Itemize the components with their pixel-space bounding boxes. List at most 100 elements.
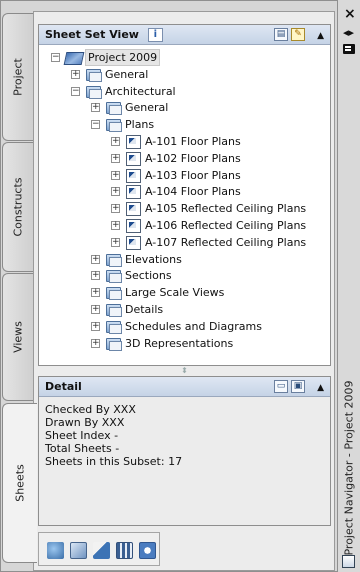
tree-node[interactable]: + Sections [39,267,330,284]
tree-expander-icon[interactable]: + [91,338,100,348]
folder-icon [105,269,122,284]
tree-node[interactable]: + Schedules and Diagrams [39,318,330,335]
tree-node-label: A-103 Floor Plans [145,168,241,182]
sheet-icon [125,135,141,149]
tree-expander-icon[interactable]: + [91,321,100,331]
tree-node-label: Large Scale Views [125,286,225,300]
tab-sheets-label: Sheets [13,464,27,502]
tab-views[interactable]: Views [2,273,33,401]
detail-body: Checked By XXX Drawn By XXX Sheet Index … [39,397,330,474]
splitter-handle[interactable]: ⬍ [38,366,331,376]
tree-expander-icon[interactable]: − [71,86,80,96]
tree-node-label: Schedules and Diagrams [125,319,262,333]
tab-project[interactable]: Project [2,13,33,141]
detail-line: Checked By XXX [45,403,136,416]
dock-icon[interactable]: ◂▸ [343,26,354,39]
detail-line: Sheets in this Subset: 17 [45,455,183,468]
collapse-up-icon[interactable]: ▲ [317,27,324,46]
folder-icon [105,118,122,133]
tree-node[interactable]: +3D Representations [39,335,330,352]
publish-icon[interactable] [47,542,64,559]
tree-node[interactable]: − Plans [39,116,330,133]
sheet-icon [125,219,141,233]
detail-view-icon[interactable]: ▭ [274,380,288,393]
tree-expander-icon[interactable]: + [111,187,120,197]
sheet-icon [125,151,141,166]
title-strip: × ◂▸ Project Navigator - Project 2009 [338,0,360,572]
folder-icon [105,337,122,351]
table-icon[interactable] [116,542,133,559]
detail-collapse-icon[interactable]: ▲ [317,379,324,398]
tree-node[interactable]: + A-106 Reflected Ceiling Plans [39,217,330,234]
sheet-set-view-header: Sheet Set View i ▤ ✎ ▲ [39,25,330,45]
tree-node[interactable]: + General [39,66,330,83]
close-icon[interactable]: × [344,6,356,22]
tree-node[interactable]: − Architectural [39,83,330,100]
tree-expander-icon[interactable]: − [91,120,100,130]
tree-node-label: General [125,101,169,115]
tree-node[interactable]: + A-104 Floor Plans [39,183,330,200]
tree-expander-icon[interactable]: + [111,221,120,230]
tree-node[interactable]: + A-103 Floor Plans [39,167,330,184]
tree-expander-icon[interactable]: + [111,204,120,214]
tree-expander-icon[interactable]: − [51,53,60,62]
detail-line: Sheet Index - [45,429,119,442]
tab-sheets[interactable]: Sheets [2,403,37,563]
sheets-content: Sheet Set View i ▤ ✎ ▲ − Project 2009 + Gen… [33,11,335,571]
tree-expander-icon[interactable]: + [111,237,120,247]
palette-title: Project Navigator - Project 2009 [342,380,356,556]
tree-node-label: A-107 Reflected Ceiling Plans [145,235,307,249]
folder-icon [105,303,122,317]
tree-node[interactable]: + A-107 Reflected Ceiling Plans [39,234,330,251]
sheet-set-menu-icon[interactable]: ▤ [274,28,288,41]
tree-node[interactable]: + General [39,99,330,116]
info-icon[interactable]: i [147,28,163,42]
tree-expander-icon[interactable]: + [91,305,100,314]
tab-project-label: Project [11,58,25,96]
tree-expander-icon[interactable]: + [111,170,120,180]
tree-expander-icon[interactable]: + [91,288,100,298]
tree-expander-icon[interactable]: + [111,137,120,146]
tree-expander-icon[interactable]: + [91,103,100,113]
tree-node-label: A-106 Reflected Ceiling Plans [145,219,307,232]
tree-node-label: Details [125,303,164,316]
refresh-icon[interactable] [139,542,156,559]
tree-node[interactable]: − Project 2009 [39,49,330,66]
tree-node-label: General [105,67,149,81]
tab-constructs[interactable]: Constructs [2,142,33,272]
detail-line: Drawn By XXX [45,416,125,429]
tree-node-label: A-102 Floor Plans [145,151,241,165]
tree-node-label: 3D Representations [125,336,234,350]
tree-node[interactable]: + A-105 Reflected Ceiling Plans [39,200,330,217]
sheet-icon [125,235,141,250]
folder-icon [105,101,122,116]
folder-icon [85,68,102,82]
preview-view-icon[interactable]: ▣ [291,380,305,393]
tree-node-label: Architectural [105,84,176,98]
tree-expander-icon[interactable]: + [91,271,100,281]
tree-node[interactable]: + Elevations [39,251,330,268]
sheet-setup-icon[interactable] [70,542,87,559]
sheet-icon [125,185,141,200]
filter-icon[interactable] [93,542,110,559]
tree-node-label: A-105 Reflected Ceiling Plans [145,202,307,216]
folder-icon [105,320,122,334]
tree-expander-icon[interactable]: + [91,254,100,264]
properties-menu-icon[interactable] [343,44,355,54]
tree-node[interactable]: + Details [39,301,330,318]
palette-app-icon[interactable] [342,555,355,568]
detail-title: Detail [45,380,82,393]
tree-node-label: A-101 Floor Plans [145,135,241,148]
tree-node[interactable]: + A-102 Floor Plans [39,150,330,167]
sheet-list-icon[interactable]: ✎ [291,28,305,41]
tree-node-label: Elevations [125,252,182,266]
tree-node[interactable]: + Large Scale Views [39,284,330,301]
tree-expander-icon[interactable]: + [71,69,80,79]
sheet-tree: − Project 2009 + General − Architectural + Gene… [39,46,330,365]
project-icon [65,51,81,64]
tree-node[interactable]: + A-101 Floor Plans [39,133,330,150]
tree-expander-icon[interactable]: + [111,153,120,163]
sheet-icon [125,202,141,217]
project-navigator-palette: Project Constructs Views Sheets Sheet Se… [0,0,338,572]
detail-panel: Detail ▭ ▣ ▲ Checked By XXX Drawn By XXX… [38,376,331,526]
